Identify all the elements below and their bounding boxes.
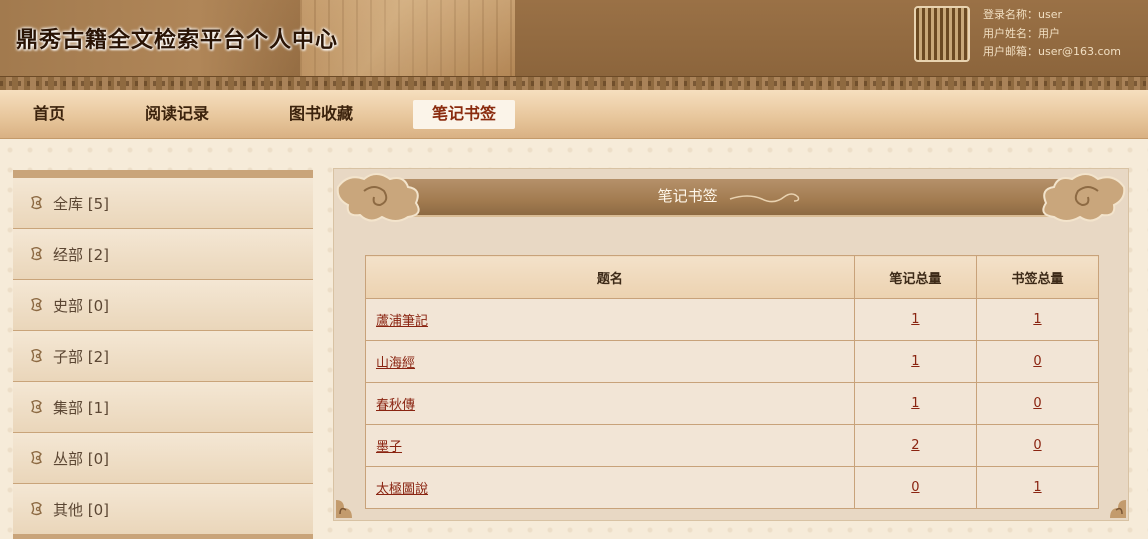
sidebar-item-label: 经部 [2] xyxy=(53,245,110,264)
table-row: 山海經 1 0 xyxy=(365,340,1100,383)
book-title-link[interactable]: 山海經 xyxy=(376,356,415,371)
table-row: 墨子 2 0 xyxy=(365,424,1100,467)
bookmarks-count-link[interactable]: 0 xyxy=(1033,438,1041,453)
main-nav: 首页 阅读记录 图书收藏 笔记书签 xyxy=(0,90,1148,139)
bookmarks-cell: 1 xyxy=(975,466,1100,509)
bookmarks-count-link[interactable]: 0 xyxy=(1033,354,1041,369)
notes-cell: 0 xyxy=(853,466,977,509)
scroll-icon xyxy=(31,349,42,363)
scroll-icon xyxy=(31,247,42,261)
sidebar-item-label: 其他 [0] xyxy=(53,500,110,519)
login-name: 登录名称：user xyxy=(983,8,1062,21)
sidebar-item-label: 全库 [5] xyxy=(53,194,110,213)
sidebar-item-jing[interactable]: 经部 [2] xyxy=(13,229,313,279)
book-title-link[interactable]: 墨子 xyxy=(376,440,402,455)
book-title-link[interactable]: 春秋傳 xyxy=(376,398,415,413)
book-title-link[interactable]: 太極圖說 xyxy=(376,482,428,497)
decorative-band xyxy=(0,76,1148,91)
bookmarks-count-link[interactable]: 0 xyxy=(1033,396,1041,411)
title-cell: 蘆浦筆記 xyxy=(365,298,855,341)
notes-count-link[interactable]: 1 xyxy=(911,354,919,369)
sidebar-item-cong[interactable]: 丛部 [0] xyxy=(13,433,313,483)
table-row: 蘆浦筆記 1 1 xyxy=(365,298,1100,341)
scroll-icon xyxy=(31,196,42,210)
sidebar-item-label: 丛部 [0] xyxy=(53,449,110,468)
panel-title: 笔记书签 xyxy=(334,185,1128,206)
notes-cell: 1 xyxy=(853,340,977,383)
nav-book-favorites[interactable]: 图书收藏 xyxy=(276,100,366,128)
table-row: 春秋傳 1 0 xyxy=(365,382,1100,425)
notes-cell: 1 xyxy=(853,382,977,425)
corner-ornament-icon xyxy=(336,500,352,518)
bookmarks-count-link[interactable]: 1 xyxy=(1033,480,1041,495)
user-name: 用户姓名：用户 xyxy=(983,26,1060,40)
bookmarks-cell: 0 xyxy=(975,424,1100,467)
avatar xyxy=(914,6,970,62)
title-cell: 太極圖說 xyxy=(365,466,855,509)
notes-cell: 1 xyxy=(853,298,977,341)
book-title-link[interactable]: 蘆浦筆記 xyxy=(376,314,428,329)
bookmarks-cell: 0 xyxy=(975,340,1100,383)
user-email: 用户邮箱：user@163.com xyxy=(983,45,1121,58)
notes-count-link[interactable]: 1 xyxy=(911,396,919,411)
user-info: 登录名称：user 用户姓名：用户 用户邮箱：user@163.com xyxy=(983,6,1121,62)
sidebar-item-label: 史部 [0] xyxy=(53,296,110,315)
sidebar-item-shi[interactable]: 史部 [0] xyxy=(13,280,313,330)
sidebar-item-label: 集部 [1] xyxy=(53,398,110,417)
sidebar-item-all[interactable]: 全库 [5] xyxy=(13,178,313,228)
site-title: 鼎秀古籍全文检索平台个人中心 xyxy=(16,28,339,53)
panel-title-text: 笔记书签 xyxy=(657,187,718,205)
nav-notes-bookmarks[interactable]: 笔记书签 xyxy=(413,100,515,129)
sidebar-item-zi[interactable]: 子部 [2] xyxy=(13,331,313,381)
bookmarks-cell: 1 xyxy=(975,298,1100,341)
title-cell: 山海經 xyxy=(365,340,855,383)
bookmarks-cell: 0 xyxy=(975,382,1100,425)
panel-header: 笔记书签 xyxy=(334,169,1128,225)
bookmarks-count-link[interactable]: 1 xyxy=(1033,312,1041,327)
column-header-notes: 笔记总量 xyxy=(853,255,977,299)
notes-count-link[interactable]: 1 xyxy=(911,312,919,327)
sidebar-item-label: 子部 [2] xyxy=(53,347,110,366)
notes-count-link[interactable]: 2 xyxy=(911,438,919,453)
table-header-row: 题名 笔记总量 书签总量 xyxy=(365,255,1100,299)
table-row: 太極圖說 0 1 xyxy=(365,466,1100,509)
scroll-icon xyxy=(31,451,42,465)
notes-cell: 2 xyxy=(853,424,977,467)
column-header-title: 题名 xyxy=(365,255,855,299)
scroll-icon xyxy=(31,298,42,312)
sidebar-item-ji[interactable]: 集部 [1] xyxy=(13,382,313,432)
scroll-icon xyxy=(31,502,42,516)
notes-bookmarks-panel: 笔记书签 题名 笔记总量 书签总量 蘆浦筆記 1 1 山海經 1 0 春秋傳 1… xyxy=(333,168,1129,521)
category-sidebar: 全库 [5] 经部 [2] 史部 [0] 子部 [2] 集部 [1] 丛部 [0… xyxy=(13,170,313,539)
corner-ornament-icon xyxy=(1110,500,1126,518)
nav-reading-history[interactable]: 阅读记录 xyxy=(132,100,222,128)
swirl-ornament-icon xyxy=(730,192,800,202)
sidebar-item-other[interactable]: 其他 [0] xyxy=(13,484,313,534)
scroll-icon xyxy=(31,400,42,414)
notes-count-link[interactable]: 0 xyxy=(911,480,919,495)
nav-home[interactable]: 首页 xyxy=(18,100,80,128)
title-cell: 墨子 xyxy=(365,424,855,467)
column-header-bookmarks: 书签总量 xyxy=(975,255,1100,299)
header: 鼎秀古籍全文检索平台个人中心 登录名称：user 用户姓名：用户 用户邮箱：us… xyxy=(0,0,1148,76)
title-cell: 春秋傳 xyxy=(365,382,855,425)
notes-table: 题名 笔记总量 书签总量 蘆浦筆記 1 1 山海經 1 0 春秋傳 1 0 墨子… xyxy=(365,255,1100,509)
